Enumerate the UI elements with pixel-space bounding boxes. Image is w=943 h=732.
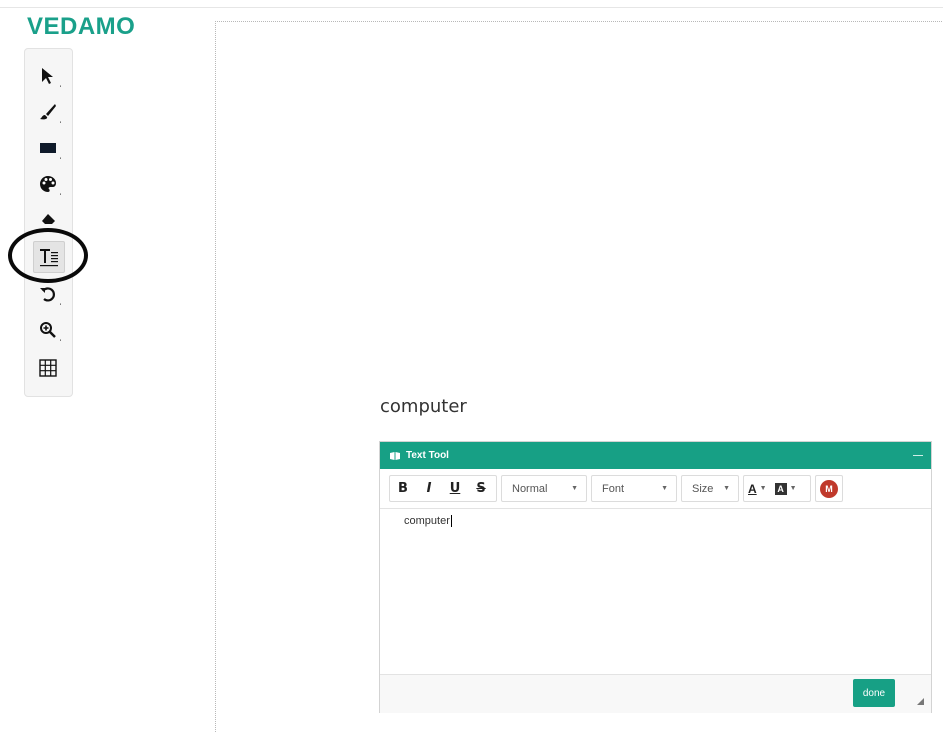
submenu-indicator: ˌ	[58, 331, 62, 342]
palette-icon	[40, 176, 56, 192]
select-tool[interactable]: ˌ	[33, 61, 63, 91]
minimize-button[interactable]: —	[913, 450, 923, 461]
grid-tool[interactable]	[33, 353, 63, 383]
done-button[interactable]: done	[853, 679, 895, 707]
chevron-down-icon: ▼	[789, 485, 797, 492]
resize-handle-icon[interactable]	[917, 698, 924, 705]
undo-icon	[40, 287, 55, 302]
top-divider	[0, 7, 943, 8]
submenu-indicator: ˌ	[58, 113, 62, 124]
font-color-icon: A	[748, 481, 757, 496]
highlight-circle-annotation	[8, 228, 88, 283]
brush-icon	[40, 104, 56, 120]
vedamo-logo: VEDAMO	[27, 13, 136, 40]
chevron-down-icon: ▼	[661, 485, 668, 492]
submenu-indicator: ˌ	[58, 185, 62, 196]
submenu-indicator: ˌ	[58, 77, 62, 88]
bold-button[interactable]: B	[390, 481, 416, 496]
color-tool[interactable]: ˌ	[33, 169, 63, 199]
style-select[interactable]: Normal ▼	[501, 475, 587, 502]
chevron-down-icon: ▼	[759, 485, 767, 492]
editor-content[interactable]: computer	[404, 515, 452, 528]
font-select[interactable]: Font ▼	[591, 475, 677, 502]
chevron-down-icon: ▼	[571, 485, 578, 492]
editor-text-value: computer	[404, 515, 450, 527]
text-editor-area[interactable]: computer	[380, 508, 931, 674]
background-color-button[interactable]: A ▼	[771, 476, 801, 501]
chevron-down-icon: ▼	[723, 485, 730, 492]
style-select-value: Normal	[512, 482, 548, 495]
text-tool-title: Text Tool	[406, 450, 449, 461]
background-color-icon: A	[774, 482, 787, 495]
size-select[interactable]: Size ▼	[681, 475, 739, 502]
math-formula-button[interactable]: M	[820, 479, 838, 498]
canvas-text-object[interactable]: computer	[380, 396, 467, 417]
eraser-icon	[42, 214, 55, 224]
shape-tool[interactable]: ˌ	[33, 133, 63, 163]
rectangle-icon	[40, 143, 56, 153]
zoom-icon	[40, 322, 56, 338]
book-icon	[390, 451, 400, 460]
submenu-indicator: ˌ	[58, 149, 62, 160]
zoom-tool[interactable]: ˌ	[33, 315, 63, 345]
submenu-indicator: ˌ	[58, 295, 62, 306]
draw-tool[interactable]: ˌ	[33, 97, 63, 127]
whiteboard-toolbar: ˌ ˌ ˌ ˌ ˌ ˌ	[24, 48, 73, 397]
underline-button[interactable]: U	[442, 481, 468, 496]
strikethrough-button[interactable]: S	[468, 481, 494, 496]
text-tool-panel: Text Tool — B I U S Normal ▼ Font ▼ Size…	[379, 441, 932, 713]
text-cursor	[450, 515, 452, 528]
editor-toolbar: B I U S Normal ▼ Font ▼ Size ▼ A ▼ A ▼ M	[389, 475, 847, 502]
math-formula-group: M	[815, 475, 843, 502]
italic-button[interactable]: I	[416, 481, 442, 496]
undo-tool[interactable]: ˌ	[33, 279, 63, 309]
text-tool-header[interactable]: Text Tool —	[380, 442, 931, 469]
grid-icon	[39, 359, 57, 377]
font-select-value: Font	[602, 482, 625, 495]
format-button-group: B I U S	[389, 475, 497, 502]
text-tool-footer: done	[380, 674, 931, 713]
font-color-button[interactable]: A ▼	[744, 476, 771, 501]
pointer-icon	[42, 68, 53, 84]
color-button-group: A ▼ A ▼	[743, 475, 811, 502]
size-select-value: Size	[692, 482, 714, 495]
